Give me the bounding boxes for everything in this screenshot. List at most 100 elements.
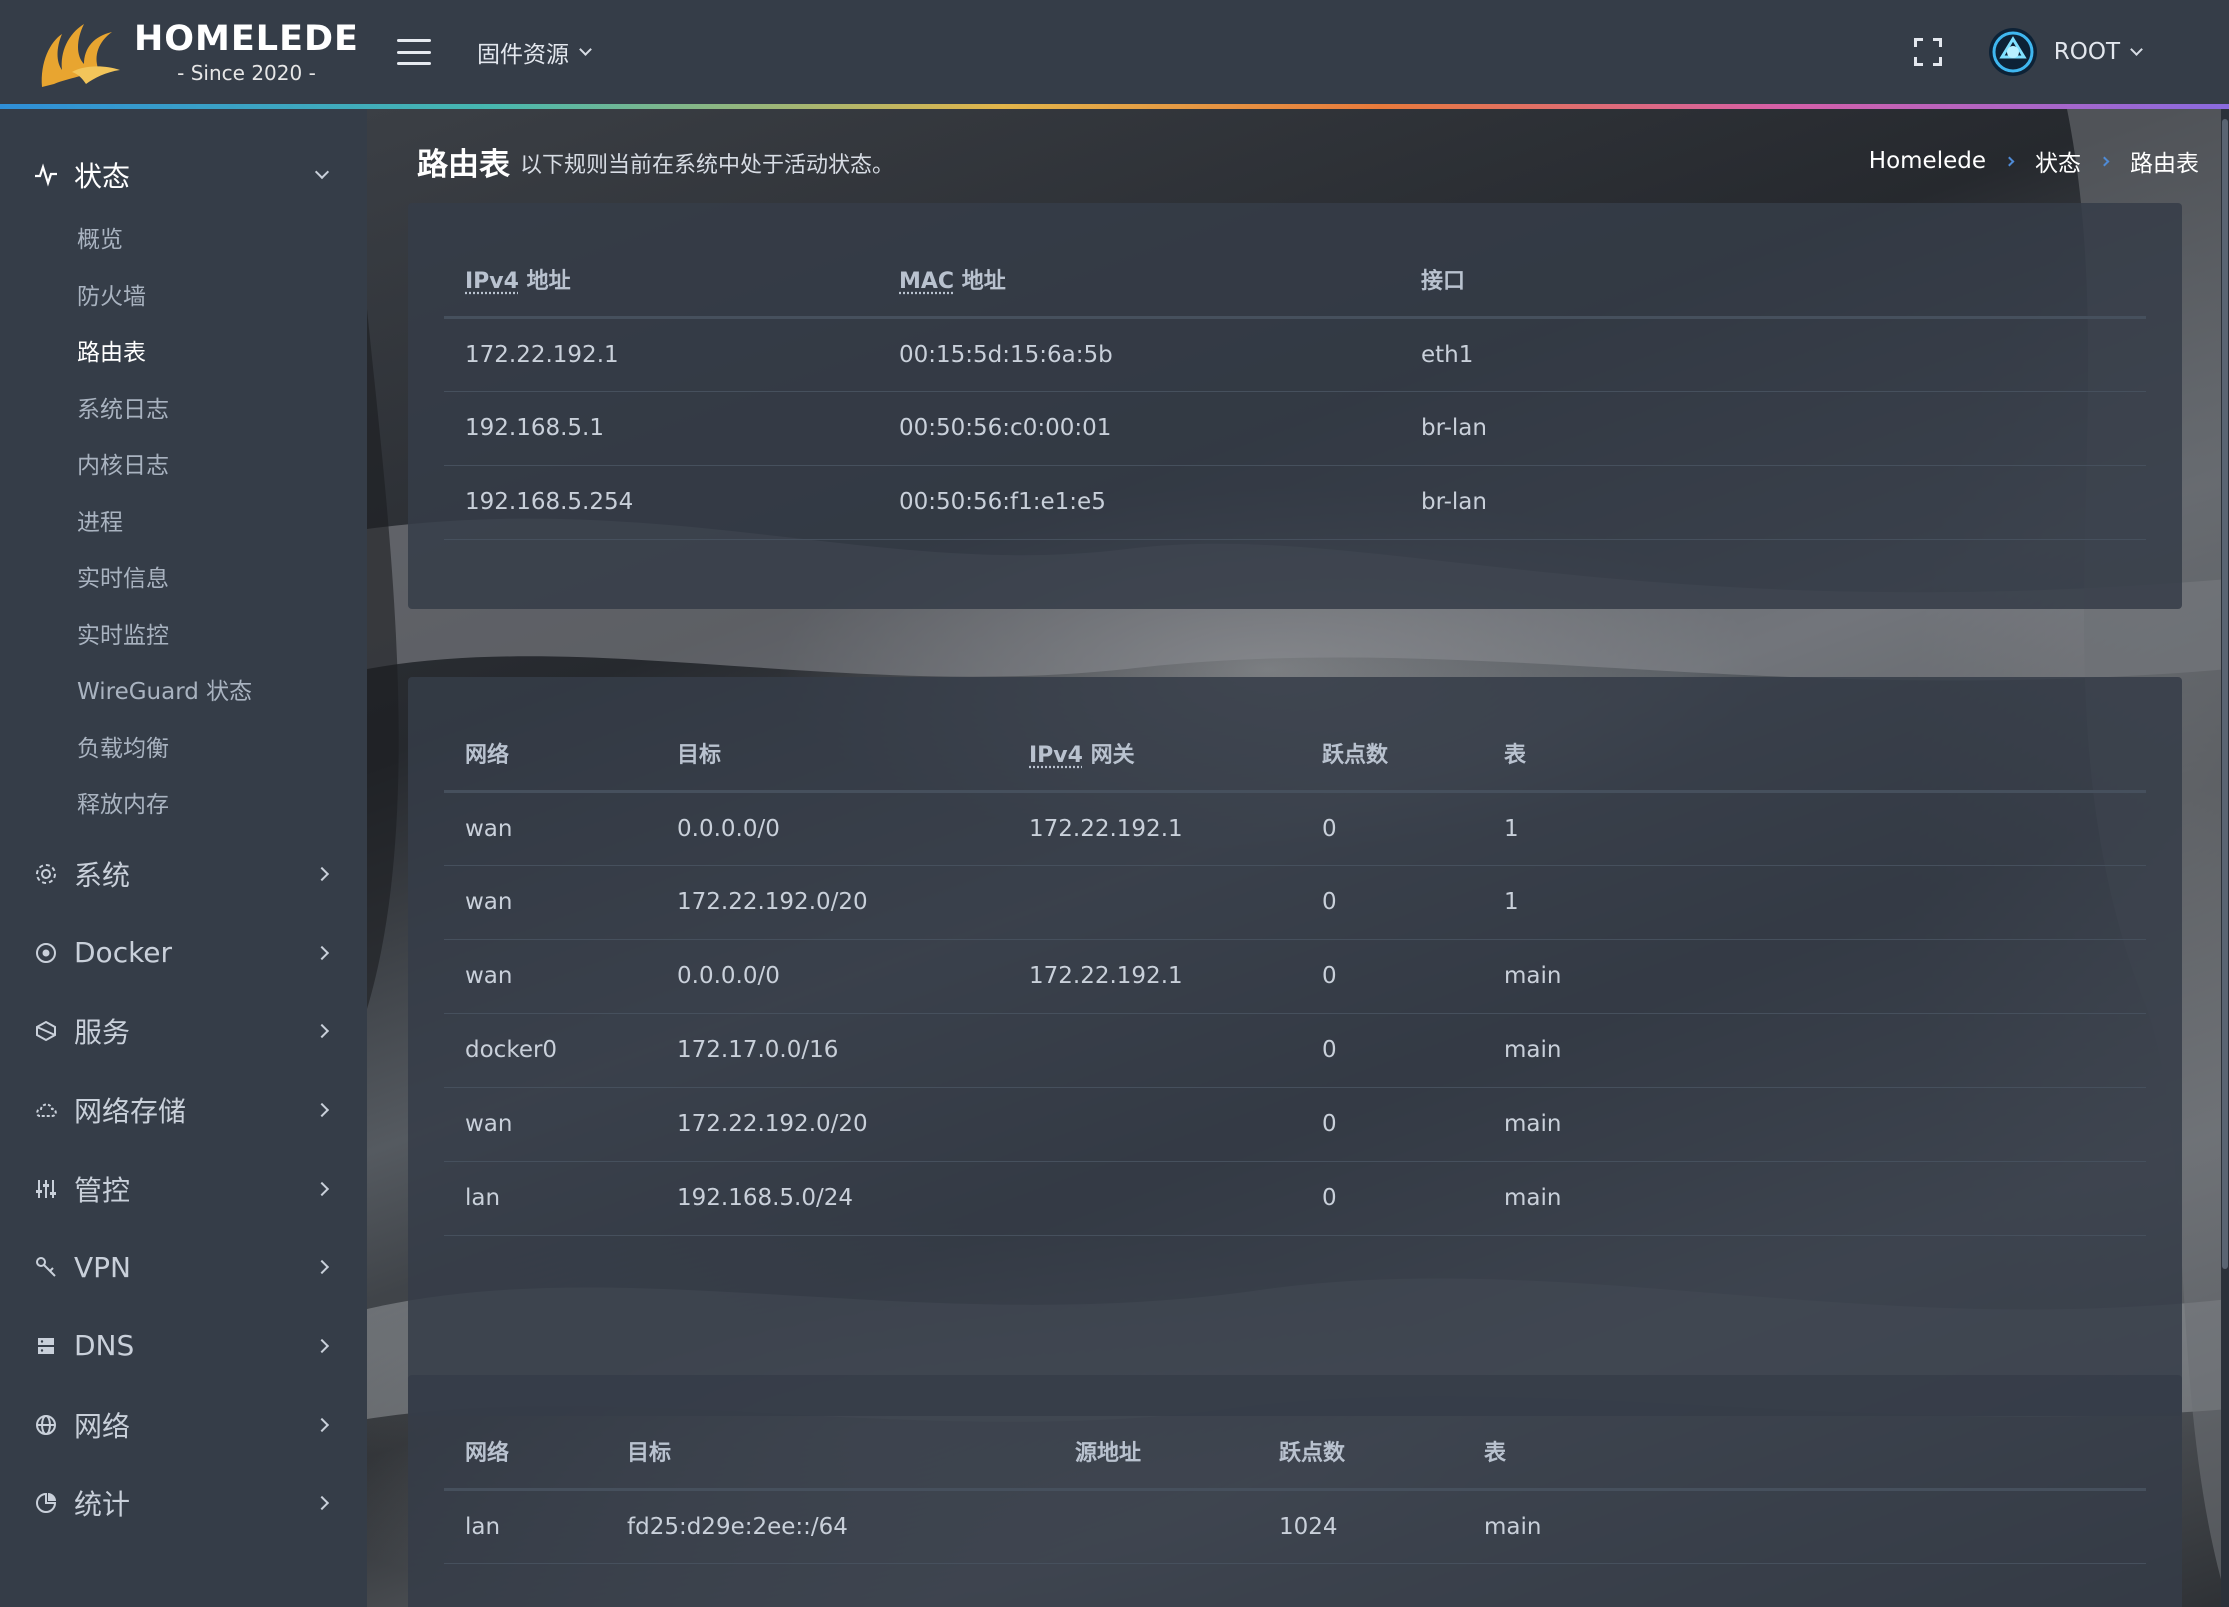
table-row: wan 172.22.192.0/20 0 main (444, 1087, 2146, 1162)
table-cell: main (1483, 1013, 2146, 1088)
table-cell: main (1483, 1087, 2146, 1162)
table-cell: 0 (1301, 865, 1483, 940)
table-cell: 0 (1301, 1161, 1483, 1236)
sidebar-item[interactable]: 系统日志 (0, 379, 367, 436)
sidebar-item[interactable]: WireGuard 状态 (0, 661, 367, 718)
breadcrumb-status[interactable]: 状态 (2035, 144, 2081, 178)
table-cell: 192.168.5.1 (444, 391, 878, 466)
scrollbar-thumb[interactable] (2222, 119, 2228, 1269)
table-cell: 172.22.192.1 (444, 317, 878, 392)
sidebar-group-0[interactable]: 系统 (0, 835, 367, 914)
arp-table: IPv4 地址 MAC 地址 接口 172.22.192.1 00:15:5d:1… (444, 243, 2146, 540)
table-row: docker0 172.17.0.0/16 0 main (444, 1013, 2146, 1088)
sidebar-item[interactable]: 内核日志 (0, 435, 367, 492)
sidebar-group-6[interactable]: DNS (0, 1307, 367, 1386)
ipv6-routes-table: 网络 目标 源地址 跃点数 表 lan fd25:d29e:2ee::/64 102… (444, 1415, 2146, 1564)
table-cell: 172.22.192.1 (1008, 791, 1301, 866)
table-cell: lan (444, 1489, 606, 1564)
avatar[interactable] (1988, 27, 2038, 77)
sidebar-item[interactable]: 路由表 (0, 322, 367, 379)
chevron-right-icon (314, 1260, 330, 1275)
sidebar-group-8[interactable]: 统计 (0, 1464, 367, 1543)
chevron-right-icon (314, 1496, 330, 1511)
table-cell (1008, 865, 1301, 940)
chevron-right-icon (314, 1417, 330, 1432)
sidebar-group-2[interactable]: 服务 (0, 992, 367, 1071)
sidebar-item[interactable]: 进程 (0, 492, 367, 549)
ipv6-routes-card: 网络 目标 源地址 跃点数 表 lan fd25:d29e:2ee::/64 102… (408, 1375, 2182, 1607)
sidebar-item[interactable]: 实时监控 (0, 605, 367, 662)
table-cell: 0 (1301, 791, 1483, 866)
table-cell: wan (444, 791, 656, 866)
menu-toggle-icon[interactable] (397, 39, 431, 65)
chevron-right-icon (314, 1338, 330, 1354)
sidebar: 状态 概览 防火墙 路由表 系统日志 内核日志 进程 实时信息 实时监控 WireGuard 状… (0, 109, 367, 1607)
chevron-down-icon (2130, 43, 2143, 56)
vpn-icon (36, 1257, 56, 1277)
sidebar-item[interactable]: 释放内存 (0, 774, 367, 831)
table-cell: main (1483, 939, 2146, 1014)
table-cell: 172.22.192.0/20 (656, 1087, 1008, 1162)
ipv4-routes-card: 网络 目标 IPv4 网关 跃点数 表 wan 0.0.0.0/0 172.22.1… (408, 677, 2182, 1416)
sidebar-group-label: Docker (74, 936, 173, 970)
firmware-resources-label: 固件资源 (477, 42, 569, 68)
sidebar-group-1[interactable]: Docker (0, 913, 367, 992)
table-cell: main (1463, 1489, 2146, 1564)
table-header-row: IPv4 地址 MAC 地址 接口 (444, 243, 2146, 319)
sidebar-item[interactable]: 负载均衡 (0, 718, 367, 775)
table-cell: wan (444, 939, 656, 1014)
table-row: lan 192.168.5.0/24 0 main (444, 1161, 2146, 1236)
table-cell: 0.0.0.0/0 (656, 939, 1008, 1014)
sidebar-group-7[interactable]: 网络 (0, 1385, 367, 1464)
sidebar-group-4[interactable]: 管控 (0, 1149, 367, 1228)
brand-name: HOMELEDE (134, 18, 359, 59)
firmware-resources-menu[interactable]: 固件资源 (477, 35, 592, 69)
sidebar-item[interactable]: 防火墙 (0, 266, 367, 323)
sidebar-group-label: VPN (74, 1250, 131, 1284)
chevron-right-icon (314, 866, 330, 881)
chevron-down-icon (579, 43, 592, 56)
breadcrumb-home[interactable]: Homelede (1869, 148, 1986, 174)
brand-logo[interactable]: HOMELEDE - Since 2020 - (0, 0, 367, 104)
table-cell: docker0 (444, 1013, 656, 1088)
chevron-right-icon (314, 1024, 330, 1039)
table-cell (1008, 1087, 1301, 1162)
sidebar-group-3[interactable]: 网络存储 (0, 1071, 367, 1150)
table-cell: 172.17.0.0/16 (656, 1013, 1008, 1088)
stats-icon (36, 1493, 57, 1514)
sidebar-group-label: DNS (74, 1329, 135, 1363)
table-cell: wan (444, 1087, 656, 1162)
table-cell: 1 (1483, 865, 2146, 940)
page-description: 以下规则当前在系统中处于活动状态。 (520, 153, 895, 178)
scrollbar[interactable] (2221, 109, 2229, 1607)
table-header-row: 网络 目标 源地址 跃点数 表 (444, 1415, 2146, 1491)
table-cell: br-lan (1400, 391, 2146, 466)
table-cell: 00:15:5d:15:6a:5b (878, 317, 1400, 392)
sidebar-group-label: 网络 (74, 1409, 131, 1443)
sidebar-group-5[interactable]: VPN (0, 1228, 367, 1307)
main-content: 路由表 以下规则当前在系统中处于活动状态。 Homelede 状态 路由表 IP… (367, 109, 2229, 1607)
table-row: lan fd25:d29e:2ee::/64 1024 main (444, 1489, 2146, 1564)
brand-since: - Since 2020 - (177, 60, 316, 85)
col-mac-address: MAC 地址 (878, 243, 1400, 319)
user-menu[interactable]: ROOT (2054, 39, 2143, 65)
sidebar-group-label: 管控 (74, 1173, 131, 1207)
sidebar-item[interactable]: 概览 (0, 209, 367, 266)
docker-icon (36, 942, 56, 963)
table-cell (1008, 1161, 1301, 1236)
sidebar-group-status[interactable]: 状态 (0, 141, 367, 209)
pulse-icon (35, 163, 57, 187)
sidebar-groups: 系统 Docker 服务 网络存储管控 VPN DNS 网络统计 (0, 835, 367, 1543)
globe-icon (36, 1414, 56, 1435)
table-cell: 172.22.192.0/20 (656, 865, 1008, 940)
table-cell (1008, 1013, 1301, 1088)
chevron-right-icon (314, 945, 330, 960)
page-header: 路由表 以下规则当前在系统中处于活动状态。 Homelede 状态 路由表 (417, 139, 2199, 183)
table-row: wan 0.0.0.0/0 172.22.192.1 0 1 (444, 791, 2146, 866)
status-submenu: 概览 防火墙 路由表 系统日志 内核日志 进程 实时信息 实时监控 WireGuard 状态 负载… (0, 209, 367, 831)
table-cell: 1 (1483, 791, 2146, 866)
fullscreen-icon[interactable] (1913, 38, 1942, 66)
sidebar-item[interactable]: 实时信息 (0, 548, 367, 605)
sliders-icon (36, 1179, 56, 1198)
col-metric: 跃点数 (1301, 717, 1483, 793)
